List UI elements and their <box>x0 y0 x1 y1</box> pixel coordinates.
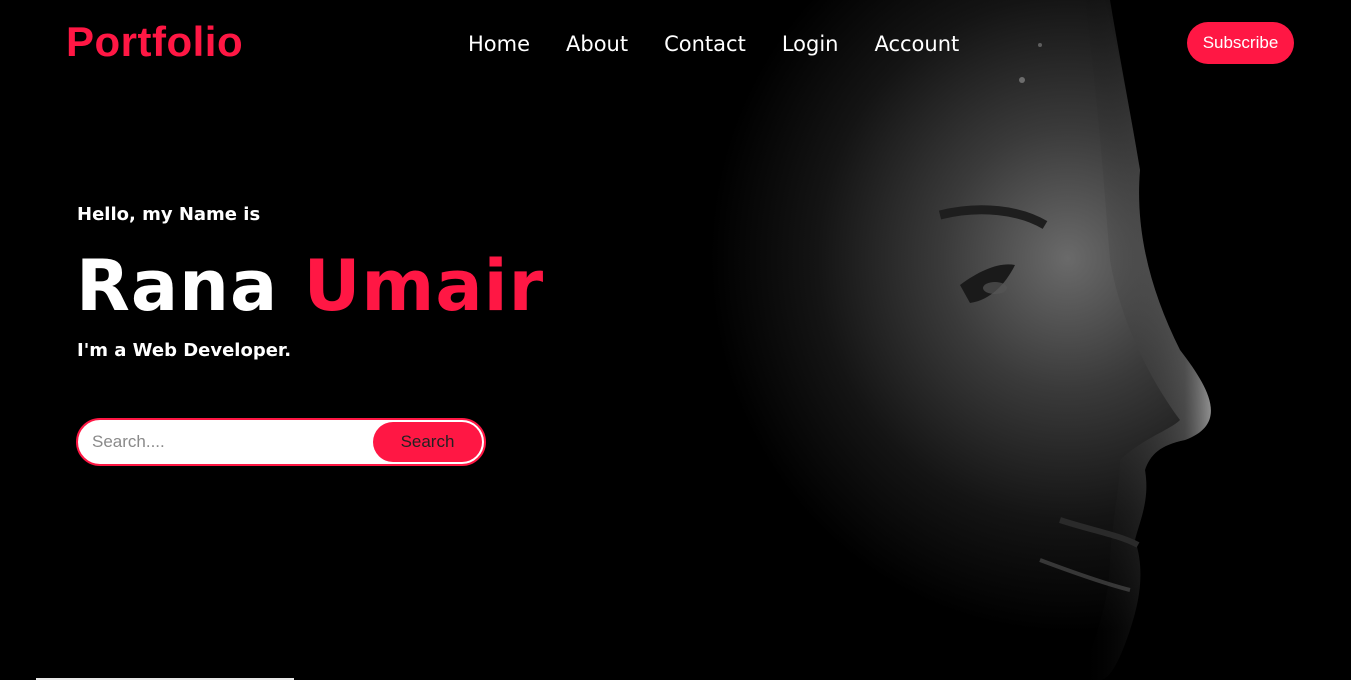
nav-about-link[interactable]: About <box>566 30 628 58</box>
hero-last-name: Umair <box>303 245 545 327</box>
hero-name: Rana Umair <box>76 244 544 328</box>
site-logo[interactable]: Portfolio <box>66 16 243 68</box>
hero-first-name: Rana <box>76 245 279 327</box>
search-input[interactable] <box>92 420 362 464</box>
hero-greeting: Hello, my Name is <box>77 204 261 225</box>
nav-contact-link[interactable]: Contact <box>664 30 746 58</box>
main-nav: Home About Contact Login Account <box>468 30 995 58</box>
search-bar: Search <box>76 418 486 466</box>
hero-role: I'm a Web Developer. <box>77 340 292 361</box>
subscribe-button[interactable]: Subscribe <box>1187 22 1294 64</box>
search-button[interactable]: Search <box>373 422 482 462</box>
nav-home-link[interactable]: Home <box>468 30 530 58</box>
nav-login-link[interactable]: Login <box>782 30 839 58</box>
nav-account-link[interactable]: Account <box>874 30 959 58</box>
